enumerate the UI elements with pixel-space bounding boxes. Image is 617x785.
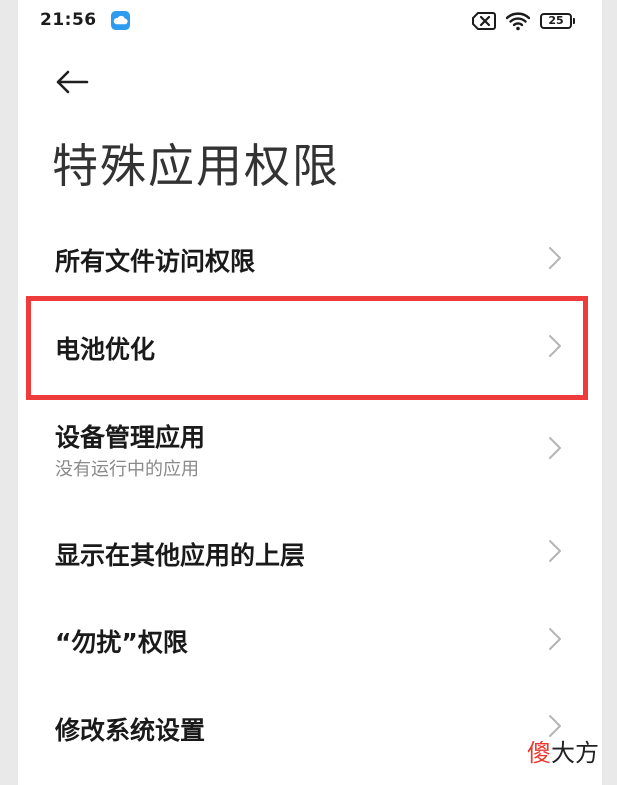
battery-indicator: 25	[540, 13, 575, 29]
list-item-do-not-disturb-access[interactable]: “勿扰”权限	[18, 596, 602, 684]
cloud-icon	[111, 11, 130, 30]
chevron-right-icon	[549, 335, 561, 357]
watermark-part2: 大方	[551, 739, 599, 767]
item-subtitle: 没有运行中的应用	[55, 459, 199, 480]
list-item-device-admin-apps[interactable]: 设备管理应用 没有运行中的应用	[18, 400, 602, 504]
list-item-display-over-other-apps[interactable]: 显示在其他应用的上层	[18, 504, 602, 596]
item-title: 所有文件访问权限	[55, 247, 256, 276]
page-title: 特殊应用权限	[52, 139, 340, 193]
item-title: 设备管理应用	[55, 423, 206, 452]
watermark: 傻大方	[527, 733, 599, 768]
sim-x-icon	[472, 12, 496, 30]
item-title: 电池优化	[55, 335, 156, 364]
wifi-icon	[506, 12, 530, 31]
phone-screen: 21:56 25 特殊应用权限 所有文件访问权限 电池优化 设备管理应用 没有运…	[18, 0, 602, 785]
chevron-right-icon	[549, 437, 561, 459]
back-button[interactable]	[50, 62, 94, 102]
chevron-right-icon	[549, 540, 561, 562]
status-bar: 21:56 25	[18, 0, 602, 44]
list-item-battery-optimization[interactable]: 电池优化	[18, 302, 602, 392]
arrow-left-icon	[56, 70, 89, 94]
watermark-part1: 傻	[527, 739, 551, 767]
item-title: “勿扰”权限	[55, 628, 188, 657]
chevron-right-icon	[549, 628, 561, 650]
list-item-all-files-access[interactable]: 所有文件访问权限	[18, 212, 602, 302]
chevron-right-icon	[549, 247, 561, 269]
status-icons: 25	[472, 10, 575, 32]
item-title: 显示在其他应用的上层	[55, 541, 306, 570]
status-time: 21:56	[40, 10, 97, 30]
list-item-modify-system-settings[interactable]: 修改系统设置	[18, 684, 602, 774]
item-title: 修改系统设置	[55, 716, 206, 745]
